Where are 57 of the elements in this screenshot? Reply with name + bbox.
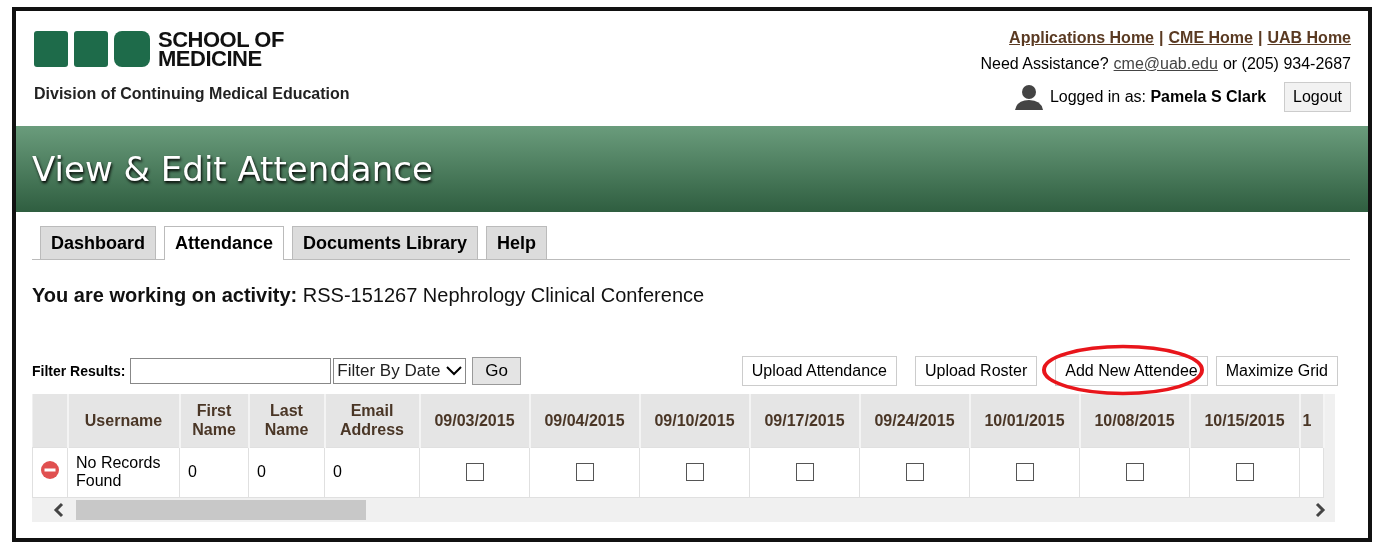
- column-header: 10/15/2015: [1189, 394, 1300, 447]
- column-header: Last Name: [248, 394, 325, 447]
- assistance-text: Need Assistance?: [980, 55, 1109, 73]
- column-header: 09/24/2015: [859, 394, 970, 447]
- attendance-checkbox[interactable]: [905, 463, 924, 482]
- table-cell: 0: [324, 447, 420, 497]
- remove-icon[interactable]: [40, 460, 60, 480]
- nav-link[interactable]: Applications Home: [1009, 29, 1154, 47]
- tab[interactable]: Dashboard: [40, 226, 157, 259]
- nav-link[interactable]: CME Home: [1168, 29, 1253, 47]
- column-header: 1: [1299, 394, 1324, 447]
- tab[interactable]: Help: [486, 226, 548, 259]
- school-name: SCHOOL OF MEDICINE: [158, 30, 284, 68]
- column-header: 10/01/2015: [969, 394, 1080, 447]
- attendance-checkbox[interactable]: [575, 463, 594, 482]
- filter-field[interactable]: [130, 358, 332, 384]
- attendance-checkbox[interactable]: [795, 463, 814, 482]
- action-button[interactable]: Add New Attendee: [1055, 356, 1208, 386]
- action-button[interactable]: Upload Roster: [914, 356, 1038, 386]
- column-header: 09/03/2015: [419, 394, 530, 447]
- date-filter-dropdown[interactable]: Filter By Date: [333, 358, 467, 384]
- attendance-checkbox[interactable]: [685, 463, 704, 482]
- activity-text: You are working on activity: RSS-151267 Nephrology Clinical Conference: [32, 284, 706, 307]
- go-button[interactable]: Go: [472, 357, 522, 385]
- link-separator: |: [1257, 29, 1263, 47]
- tab[interactable]: Documents Library: [292, 226, 479, 259]
- table-cell: 0: [248, 447, 325, 497]
- logout-button[interactable]: Logout: [1284, 82, 1351, 112]
- page-title: View & Edit Attendance: [32, 149, 433, 189]
- column-header: Username: [67, 394, 180, 447]
- scroll-right-icon[interactable]: [1313, 501, 1327, 518]
- email-link[interactable]: cme@uab.edu: [1113, 55, 1218, 73]
- action-button[interactable]: Maximize Grid: [1215, 356, 1338, 386]
- column-header: 10/08/2015: [1079, 394, 1190, 447]
- table-cell: 0: [179, 447, 249, 497]
- logged-in-text: Logged in as: Pamela S Clark: [1049, 88, 1267, 106]
- column-header: 09/10/2015: [639, 394, 750, 447]
- column-header: First Name: [179, 394, 249, 447]
- attendance-checkbox[interactable]: [1015, 463, 1034, 482]
- attendance-checkbox[interactable]: [1125, 463, 1144, 482]
- column-header: Email Address: [324, 394, 420, 447]
- attendance-checkbox[interactable]: [465, 463, 484, 482]
- phone-text: or (205) 934-2687: [1222, 55, 1351, 73]
- user-icon: [1013, 84, 1044, 110]
- scrollbar-thumb[interactable]: [76, 499, 366, 520]
- filter-label: Filter Results:: [32, 363, 126, 379]
- table-cell: No Records Found: [67, 447, 180, 497]
- tab[interactable]: Attendance: [164, 226, 285, 260]
- column-header: 09/17/2015: [749, 394, 860, 447]
- division-name: Division of Continuing Medical Education: [34, 85, 350, 103]
- nav-link[interactable]: UAB Home: [1267, 29, 1351, 47]
- column-header: 09/04/2015: [529, 394, 640, 447]
- action-button[interactable]: Upload Attendance: [741, 356, 897, 386]
- link-separator: |: [1159, 29, 1164, 47]
- chevron-icon: [446, 366, 463, 376]
- scroll-left-icon[interactable]: [52, 501, 66, 518]
- attendance-checkbox[interactable]: [1235, 463, 1254, 482]
